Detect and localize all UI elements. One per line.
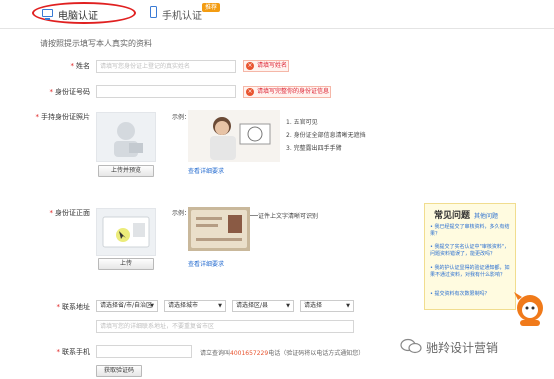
hold-photo-upload-button[interactable]: 上传并预览 bbox=[98, 165, 154, 177]
idno-input[interactable] bbox=[96, 85, 236, 98]
district-select[interactable]: 请选择区/县 ▼ bbox=[232, 300, 294, 312]
dropdown-arrow-icon: ▼ bbox=[218, 303, 222, 309]
faq-item-2[interactable]: • 我提交了实名认证中"审核资料"，问题资料错误了，能更改吗？ bbox=[430, 244, 512, 258]
name-input[interactable]: 请填写您身份证上登记的真实姓名 bbox=[96, 60, 236, 73]
faq-item-1[interactable]: • 我已经提交了审核资料，多久有结果？ bbox=[430, 224, 512, 238]
faq-item-4[interactable]: • 提交资料有次数限制吗？ bbox=[430, 291, 512, 298]
recommend-badge: 推荐 bbox=[202, 3, 221, 12]
watermark-text: 驰羚设计营销 bbox=[426, 341, 499, 355]
hold-photo-tip-2: 2. 身份证全部信息清晰无遮挡 bbox=[286, 132, 366, 139]
get-code-button[interactable]: 获取验证码 bbox=[96, 365, 142, 377]
hold-photo-example-image bbox=[188, 110, 280, 162]
id-front-preview bbox=[96, 208, 156, 256]
id-front-upload-button[interactable]: 上传 bbox=[98, 258, 154, 270]
hold-photo-tip-1: 1. 五官可见 bbox=[286, 119, 318, 126]
idno-error: × 请填写完整你的身份证信息 bbox=[243, 86, 331, 98]
id-front-example-image bbox=[188, 207, 250, 251]
mobile-input[interactable] bbox=[96, 345, 192, 358]
tab-pc-auth[interactable]: 电脑认证 bbox=[58, 7, 98, 22]
monitor-icon bbox=[42, 9, 53, 20]
address-input[interactable]: 请填写您的详细联系地址，不要重复省市区 bbox=[96, 320, 354, 333]
mascot-icon bbox=[506, 286, 550, 330]
idno-label: * 身份证号码 bbox=[49, 88, 91, 96]
dropdown-arrow-icon: ▼ bbox=[346, 303, 350, 309]
mobile-label: * 联系手机 bbox=[56, 348, 91, 356]
id-front-detail-link[interactable]: 查看详细要求 bbox=[188, 259, 224, 268]
wechat-icon bbox=[400, 338, 422, 354]
form-hint: 请按照提示填写本人真实的资料 bbox=[40, 39, 152, 48]
phone-icon bbox=[150, 6, 157, 18]
faq-more-link[interactable]: 其他问题 bbox=[474, 211, 498, 220]
hold-photo-label: * 手持身份证照片 bbox=[35, 113, 91, 121]
province-select[interactable]: 请选择省/市/自治区 ▼ bbox=[96, 300, 158, 312]
dropdown-arrow-icon: ▼ bbox=[286, 303, 290, 309]
id-card-icon bbox=[102, 216, 150, 248]
faq-item-3[interactable]: • 我的护认证显得的验证通知都，如果不通过资料，对我有什么影响？ bbox=[430, 265, 512, 279]
error-icon: × bbox=[246, 62, 254, 70]
tab-mobile-auth[interactable]: 手机认证 bbox=[162, 7, 202, 22]
faq-title: 常见问题 bbox=[434, 211, 471, 221]
pointer-line bbox=[250, 215, 258, 216]
id-front-tip: 证件上文字清晰可识别 bbox=[258, 213, 319, 220]
id-front-label: * 身份证正面 bbox=[49, 209, 91, 217]
name-error: × 请填写姓名 bbox=[243, 60, 289, 72]
city-select[interactable]: 请选择城市 ▼ bbox=[164, 300, 226, 312]
placeholder-person-icon bbox=[114, 122, 143, 157]
address-label: * 联系地址 bbox=[56, 303, 91, 311]
mobile-note: 请立查询叫4001657229电话（验证码将以电话方式通知您） bbox=[200, 350, 365, 357]
dropdown-arrow-icon: ▼ bbox=[150, 303, 154, 309]
hold-photo-tip-3: 3. 完整露出四手手臂 bbox=[286, 145, 342, 152]
hold-photo-preview bbox=[96, 112, 156, 162]
name-label: * 姓名 bbox=[70, 62, 91, 70]
street-select[interactable]: 请选择 ▼ bbox=[300, 300, 354, 312]
hold-photo-detail-link[interactable]: 查看详细要求 bbox=[188, 166, 224, 175]
error-icon: × bbox=[246, 88, 254, 96]
